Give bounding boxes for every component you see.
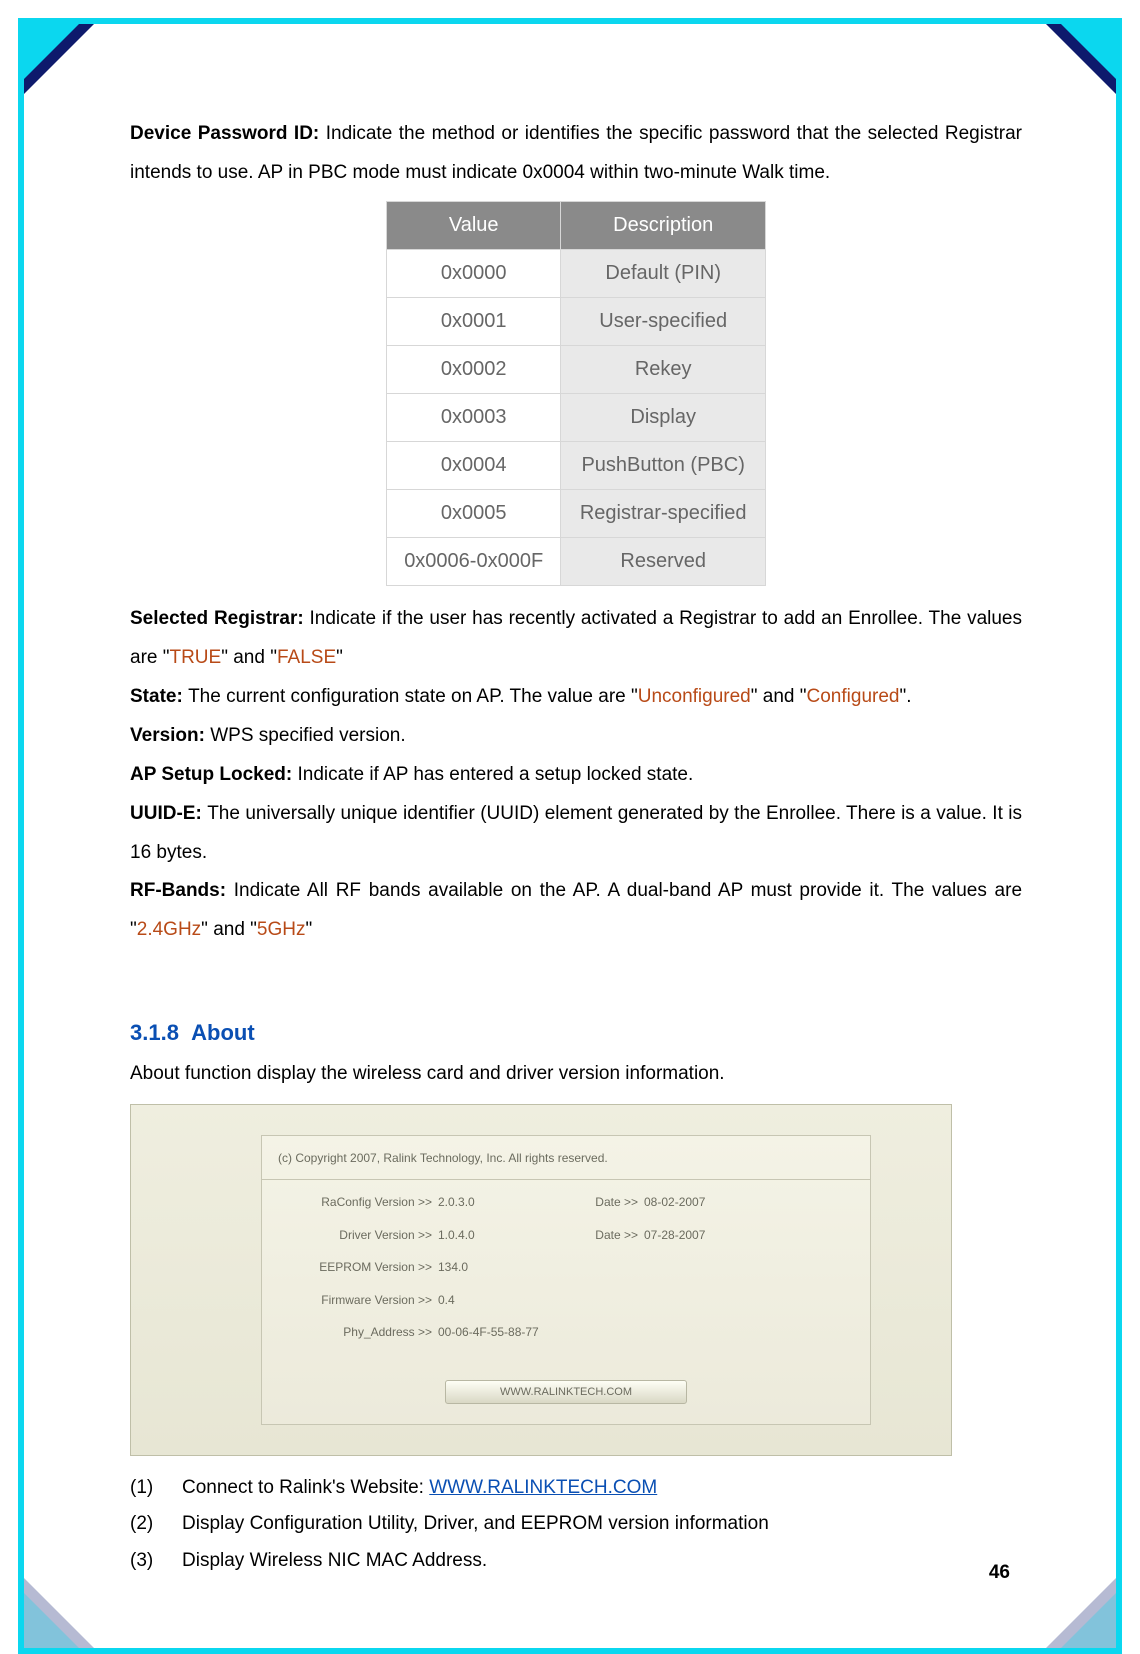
heading-rf-bands: RF-Bands: [130, 880, 234, 901]
paragraph-rf-bands: RF-Bands: Indicate All RF bands availabl… [130, 872, 1022, 950]
paragraph-device-password: Device Password ID: Indicate the method … [130, 115, 1022, 193]
list-item: (3) Display Wireless NIC MAC Address. [130, 1543, 1022, 1579]
paragraph-ap-setup-locked: AP Setup Locked: Indicate if AP has ente… [130, 756, 1022, 795]
table-row: 0x0002Rekey [387, 345, 766, 393]
table-header-value: Value [387, 201, 561, 249]
paragraph-version: Version: WPS specified version. [130, 717, 1022, 756]
table-row: 0x0005Registrar-specified [387, 489, 766, 537]
heading-state: State: [130, 686, 188, 707]
heading-ap-setup-locked: AP Setup Locked: [130, 764, 298, 785]
value-description-table: Value Description 0x0000Default (PIN) 0x… [386, 201, 766, 586]
ralinktech-button[interactable]: WWW.RALINKTECH.COM [445, 1380, 687, 1404]
paragraph-selected-registrar: Selected Registrar: Indicate if the user… [130, 600, 1022, 678]
table-row: 0x0004PushButton (PBC) [387, 441, 766, 489]
table-row: 0x0000Default (PIN) [387, 249, 766, 297]
about-row-phy-address: Phy_Address >> 00-06-4F-55-88-77 [262, 1316, 870, 1349]
value-24ghz: 2.4GHz [137, 919, 201, 940]
about-intro: About function display the wireless card… [130, 1055, 1022, 1094]
ralinktech-link[interactable]: WWW.RALINKTECH.COM [429, 1477, 657, 1498]
heading-selected-registrar: Selected Registrar: [130, 608, 310, 629]
paragraph-state: State: The current configuration state o… [130, 678, 1022, 717]
value-false: FALSE [277, 647, 336, 668]
section-title-about: 3.1.8 About [130, 1010, 1022, 1055]
table-header-description: Description [561, 201, 766, 249]
list-item: (2) Display Configuration Utility, Drive… [130, 1506, 1022, 1542]
about-row-eeprom: EEPROM Version >> 134.0 [262, 1251, 870, 1284]
about-row-raconfig: RaConfig Version >> 2.0.3.0 Date >> 08-0… [262, 1186, 870, 1219]
table-row: 0x0003Display [387, 393, 766, 441]
about-row-firmware: Firmware Version >> 0.4 [262, 1284, 870, 1317]
value-5ghz: 5GHz [257, 919, 306, 940]
notes-list: (1) Connect to Ralink's Website: WWW.RAL… [130, 1470, 1022, 1578]
about-inner-panel: (c) Copyright 2007, Ralink Technology, I… [261, 1135, 871, 1425]
heading-uuid-e: UUID-E: [130, 803, 207, 824]
heading-device-password: Device Password ID: [130, 123, 326, 144]
value-configured: Configured [807, 686, 900, 707]
table-row: 0x0001User-specified [387, 297, 766, 345]
heading-version: Version: [130, 725, 210, 746]
about-panel: (c) Copyright 2007, Ralink Technology, I… [130, 1104, 952, 1456]
table-row: 0x0006-0x000FReserved [387, 537, 766, 585]
about-copyright: (c) Copyright 2007, Ralink Technology, I… [262, 1136, 870, 1177]
about-row-driver: Driver Version >> 1.0.4.0 Date >> 07-28-… [262, 1219, 870, 1252]
list-item: (1) Connect to Ralink's Website: WWW.RAL… [130, 1470, 1022, 1506]
value-unconfigured: Unconfigured [638, 686, 751, 707]
page-number: 46 [989, 1562, 1010, 1584]
paragraph-uuid-e: UUID-E: The universally unique identifie… [130, 795, 1022, 873]
value-true: TRUE [169, 647, 221, 668]
